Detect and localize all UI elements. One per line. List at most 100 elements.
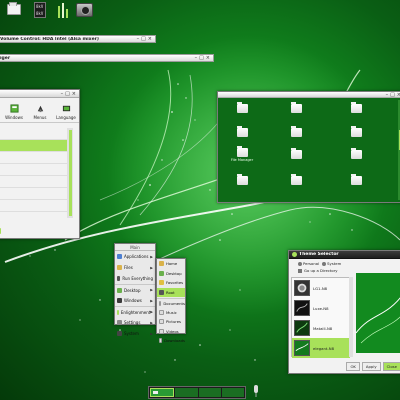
chevron-right-icon: ▶ (150, 265, 153, 270)
submenu-item-home[interactable]: Home (157, 259, 185, 269)
file-manager-titlebar[interactable]: – □ × (218, 92, 400, 98)
close-button[interactable]: × (206, 55, 210, 61)
folder-icon[interactable] (7, 2, 21, 15)
folder-item[interactable] (342, 126, 370, 138)
submenu-item-root[interactable]: Root (157, 287, 185, 297)
pager-desk-1[interactable] (150, 388, 175, 397)
theme-name: elegant-N8 (313, 345, 334, 351)
submenu-item-documents[interactable]: Documents (157, 298, 185, 308)
settings-titlebar[interactable]: – □ × (0, 90, 79, 98)
tab-system[interactable]: System (322, 261, 341, 266)
submenu-item-label: Downloads (164, 338, 185, 344)
toolbar-label: Menus (33, 115, 47, 120)
apply-button[interactable]: Apply (361, 362, 381, 371)
submenu-item-downloads[interactable]: Downloads (157, 336, 185, 346)
minimize-button[interactable]: – (61, 91, 64, 97)
theme-item[interactable]: Luxe-N8 (292, 298, 350, 318)
menu-item-settings[interactable]: Settings ▶ (115, 317, 155, 328)
list-item-selected[interactable] (0, 140, 67, 152)
theme-item-selected[interactable]: elegant-N8 (292, 338, 350, 358)
maximize-button[interactable]: □ (141, 36, 146, 42)
list-item[interactable] (0, 176, 67, 188)
folder-icon (159, 338, 163, 344)
sliders-icon[interactable] (58, 2, 68, 18)
submenu-item-favorites[interactable]: Favorites (157, 278, 185, 288)
camera-icon[interactable] (76, 3, 93, 17)
close-button[interactable]: × (148, 36, 152, 42)
pager-desk-3[interactable] (198, 388, 221, 397)
desktop-icon (117, 287, 122, 293)
maximize-button[interactable]: □ (390, 92, 395, 98)
tab-personal[interactable]: Personal (298, 261, 319, 266)
submenu-item-desktop[interactable]: Desktop (157, 269, 185, 279)
folder-icon (290, 174, 302, 185)
toolbar-item-menus[interactable]: Menus (27, 98, 53, 122)
folder-item[interactable] (342, 174, 370, 186)
menu-item-enlightenment[interactable]: Enlightenment ▶ (115, 306, 155, 317)
desktop-icon (159, 270, 164, 276)
arrow-up-icon (298, 268, 302, 273)
folder-item[interactable] (228, 126, 256, 138)
menu-item-system[interactable]: System ▶ (115, 328, 155, 339)
home-icon (159, 261, 164, 267)
folder-icon (159, 309, 164, 315)
pager-desk-2[interactable] (175, 388, 198, 397)
pager-desk-4[interactable] (221, 388, 244, 397)
theme-item[interactable]: Mataill-N8 (292, 318, 350, 338)
submenu-item-videos[interactable]: Videos (157, 327, 185, 337)
desktop-pager (148, 386, 246, 399)
menu-item-label: Applications (124, 254, 149, 259)
menu-item-windows[interactable]: Windows ▶ (115, 295, 155, 306)
minimize-button[interactable]: – (386, 92, 389, 98)
theme-list-scrollbar[interactable] (349, 277, 353, 357)
menu-item-desktop[interactable]: Desktop ▶ (115, 284, 155, 295)
maximize-button[interactable]: □ (65, 91, 70, 97)
minimize-button[interactable]: – (195, 55, 198, 61)
list-item[interactable] (0, 152, 67, 164)
list-item[interactable] (0, 188, 67, 200)
folder-item[interactable] (342, 148, 370, 160)
settings-scrollbar[interactable] (67, 128, 73, 218)
go-up-button[interactable]: Go up a Directory (298, 268, 338, 273)
menu-item-files[interactable]: Files ▶ (115, 262, 155, 273)
mixer-title: Volume Control: HDA Intel (Alsa mixer) (0, 36, 99, 42)
chevron-right-icon: ▶ (150, 310, 153, 314)
cpu-meter-gadget[interactable]: 8kV 8kV (34, 2, 46, 18)
folder-item[interactable] (228, 174, 256, 186)
mixer-window-bar[interactable]: Volume Control: HDA Intel (Alsa mixer) –… (0, 35, 156, 43)
settings-action-button[interactable] (0, 228, 1, 234)
folder-item[interactable] (282, 126, 310, 138)
folder-item[interactable]: File Manager (228, 146, 256, 162)
list-item[interactable] (0, 200, 67, 212)
folder-item[interactable] (342, 102, 370, 114)
toolbar-item-windows[interactable]: Windows (1, 98, 27, 122)
submenu-item-pictures[interactable]: Pictures (157, 317, 185, 327)
list-item[interactable] (0, 164, 67, 176)
folder-item[interactable] (282, 102, 310, 114)
folder-icon (350, 174, 362, 185)
folder-item[interactable] (282, 148, 310, 160)
submenu-item-label: Documents (163, 300, 185, 306)
meter-line-2: 8kV (36, 11, 44, 16)
chevron-right-icon: ▶ (150, 288, 153, 292)
window-bar[interactable]: iger – □ × (0, 54, 214, 62)
menu-item-run-everything[interactable]: Run Everything (115, 273, 155, 284)
list-item[interactable] (0, 128, 67, 140)
theme-preview (356, 273, 400, 353)
theme-selector-titlebar[interactable]: Theme Selector (289, 251, 400, 259)
folder-item[interactable] (228, 102, 256, 114)
close-button[interactable]: Close (382, 362, 400, 371)
menu-item-applications[interactable]: Applications ▶ (115, 251, 155, 262)
toolbar-item-language[interactable]: Language (53, 98, 79, 122)
scrollbar-thumb[interactable] (68, 130, 72, 216)
close-button[interactable]: × (72, 91, 76, 97)
theme-item[interactable]: LG1-N8 (292, 278, 350, 298)
minimize-button[interactable]: – (137, 36, 140, 42)
submenu-item-label: Music (166, 309, 177, 315)
maximize-button[interactable]: □ (199, 55, 204, 61)
enlightenment-icon (117, 309, 119, 315)
microphone-icon[interactable] (253, 385, 259, 398)
folder-item[interactable] (282, 174, 310, 186)
ok-button[interactable]: OK (346, 362, 360, 371)
submenu-item-music[interactable]: Music (157, 308, 185, 318)
